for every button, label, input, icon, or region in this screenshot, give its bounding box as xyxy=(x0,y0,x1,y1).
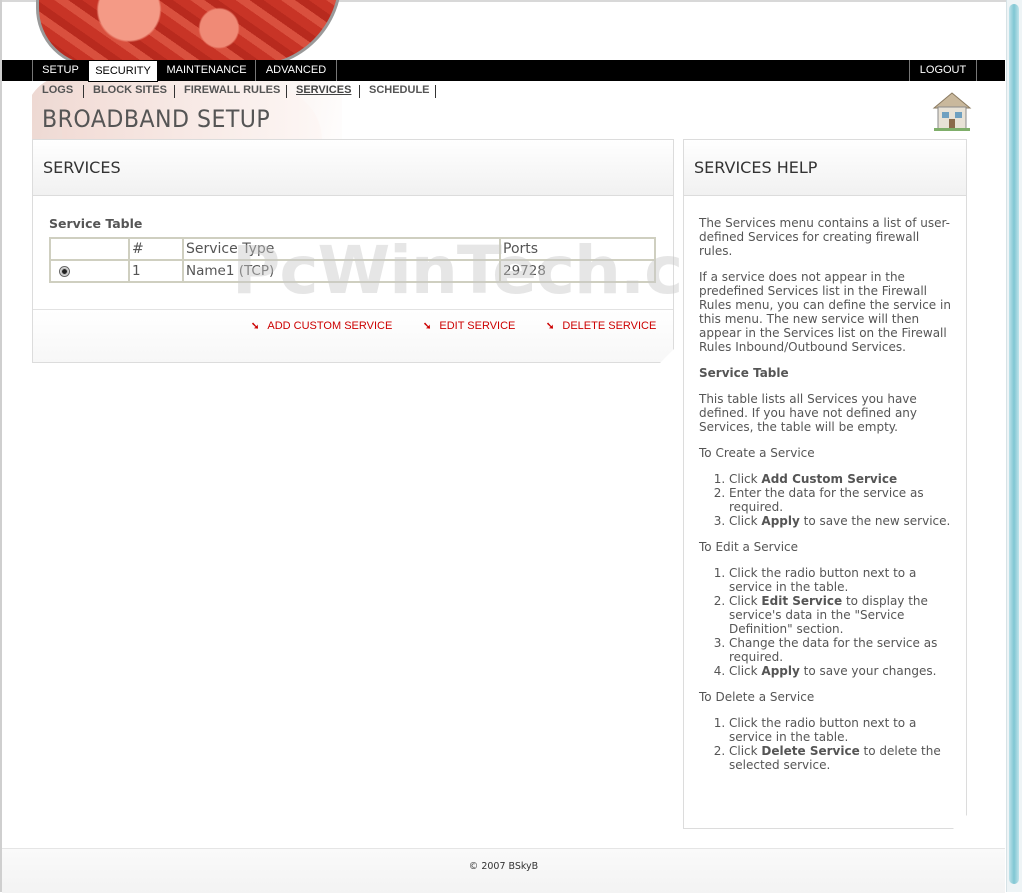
column-header-ports: Ports xyxy=(499,237,656,261)
vertical-scrollbar[interactable] xyxy=(1006,0,1022,892)
help-edit-steps: Click the radio button next to a service… xyxy=(699,566,955,678)
subnav-services[interactable]: SERVICES xyxy=(296,84,351,96)
subnav-separator xyxy=(435,85,436,98)
row-ports: 29728 xyxy=(499,259,656,283)
delete-service-label: DELETE SERVICE xyxy=(562,320,657,332)
main-navbar: SETUP SECURITY MAINTENANCE ADVANCED LOGO… xyxy=(2,60,1005,82)
subnav-firewall-rules[interactable]: FIREWALL RULES xyxy=(184,84,280,96)
services-panel-header: SERVICES xyxy=(33,140,673,196)
red-arrow-icon: ➘ xyxy=(251,321,260,332)
panel-corner-cut xyxy=(660,349,674,363)
help-panel-title: SERVICES HELP xyxy=(694,158,818,177)
subnav-separator xyxy=(83,85,84,98)
services-actions-bar: ➘ ADD CUSTOM SERVICE ➘ EDIT SERVICE ➘ DELET… xyxy=(33,309,673,362)
row-number: 1 xyxy=(128,259,184,283)
tab-maintenance[interactable]: MAINTENANCE xyxy=(158,60,256,81)
help-table-heading: Service Table xyxy=(699,366,789,380)
help-edit-heading: To Edit a Service xyxy=(699,540,799,554)
service-table: # Service Type Ports 1 Name1 (TCP) 29728 xyxy=(49,237,656,283)
red-arrow-icon: ➘ xyxy=(423,321,432,332)
page-footer: © 2007 BSkyB xyxy=(2,848,1005,893)
subnav-separator xyxy=(286,85,287,98)
list-item: Click Edit Service to display the servic… xyxy=(729,594,955,636)
help-delete-heading: To Delete a Service xyxy=(699,690,815,704)
list-item: Enter the data for the service as requir… xyxy=(729,486,955,514)
services-panel-title: SERVICES xyxy=(43,158,121,177)
help-create-heading: To Create a Service xyxy=(699,446,815,460)
home-icon[interactable] xyxy=(932,90,972,132)
help-table-text: This table lists all Services you have d… xyxy=(699,392,917,434)
delete-service-button[interactable]: ➘ DELETE SERVICE xyxy=(546,320,656,332)
column-header-number: # xyxy=(128,237,184,261)
subnav-separator xyxy=(174,85,175,98)
list-item: Click Apply to save the new service. xyxy=(729,514,955,528)
subnav-schedule[interactable]: SCHEDULE xyxy=(369,84,430,96)
tab-security[interactable]: SECURITY xyxy=(88,60,158,82)
table-row[interactable]: 1 Name1 (TCP) 29728 xyxy=(49,259,656,283)
services-panel: SERVICES Service Table # Service Type Po… xyxy=(32,139,674,363)
list-item: Click Apply to save your changes. xyxy=(729,664,955,678)
edit-service-button[interactable]: ➘ EDIT SERVICE xyxy=(423,320,515,332)
list-item: Click the radio button next to a service… xyxy=(729,566,955,594)
subnav-logs[interactable]: LOGS xyxy=(42,84,73,96)
help-delete-steps: Click the radio button next to a service… xyxy=(699,716,955,772)
list-item: Click Add Custom Service xyxy=(729,472,955,486)
subnav-separator xyxy=(359,85,360,98)
red-arrow-icon: ➘ xyxy=(546,321,555,332)
add-custom-service-button[interactable]: ➘ ADD CUSTOM SERVICE xyxy=(251,320,392,332)
logout-button[interactable]: LOGOUT xyxy=(909,60,977,81)
list-item: Click Delete Service to delete the selec… xyxy=(729,744,955,772)
column-header-select xyxy=(49,237,130,261)
subnav-block-sites[interactable]: BLOCK SITES xyxy=(93,84,167,96)
panel-corner-cut xyxy=(953,815,967,829)
help-create-steps: Click Add Custom Service Enter the data … xyxy=(699,472,955,528)
banner-red-graphic xyxy=(36,0,342,68)
scrollbar-thumb[interactable] xyxy=(1009,4,1019,884)
service-table-title: Service Table xyxy=(49,216,143,231)
tab-setup[interactable]: SETUP xyxy=(32,60,89,81)
window-left-border xyxy=(0,0,2,892)
copyright-text: © 2007 BSkyB xyxy=(468,861,539,872)
add-custom-service-label: ADD CUSTOM SERVICE xyxy=(267,320,393,332)
row-service-type: Name1 (TCP) xyxy=(182,259,501,283)
help-panel-header: SERVICES HELP xyxy=(684,140,966,196)
table-header-row: # Service Type Ports xyxy=(49,237,656,261)
row-select-cell xyxy=(49,259,130,283)
page-title: BROADBAND SETUP xyxy=(42,105,271,133)
list-item: Click the radio button next to a service… xyxy=(729,716,955,744)
column-header-service-type: Service Type xyxy=(182,237,501,261)
list-item: Change the data for the service as requi… xyxy=(729,636,955,664)
help-panel: SERVICES HELP The Services menu contains… xyxy=(683,139,967,829)
edit-service-label: EDIT SERVICE xyxy=(439,320,516,332)
help-paragraph: If a service does not appear in the pred… xyxy=(699,270,951,354)
help-content: The Services menu contains a list of use… xyxy=(699,216,955,784)
help-intro: The Services menu contains a list of use… xyxy=(699,216,950,258)
row-radio-button[interactable] xyxy=(59,265,70,277)
tab-advanced[interactable]: ADVANCED xyxy=(256,60,337,81)
